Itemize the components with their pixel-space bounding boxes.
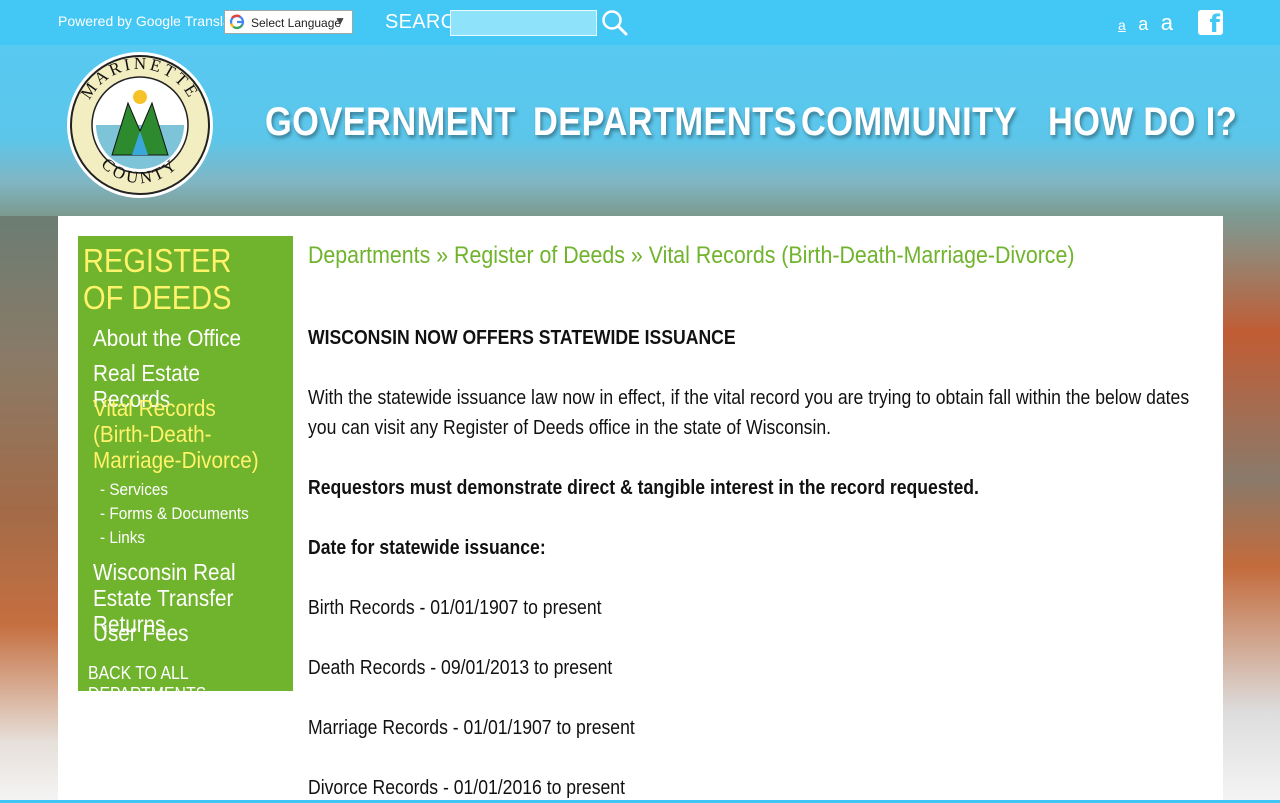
nav-government[interactable]: GOVERNMENT [265,100,516,145]
record-birth: Birth Records - 01/01/1907 to present [308,597,602,619]
sidebar-subitem-forms[interactable]: - Forms & Documents [100,504,249,524]
nav-how-do-i[interactable]: HOW DO I? [1048,100,1237,145]
sidebar-item-about[interactable]: About the Office [93,325,273,351]
language-select[interactable]: Select Language ▼ [224,10,353,34]
font-size-large-button[interactable]: a [1161,10,1173,35]
background-photo-right [1223,216,1280,800]
sidebar: REGISTER OF DEEDS About the Office Real … [78,236,293,704]
record-marriage: Marriage Records - 01/01/1907 to present [308,717,635,739]
sidebar-title: REGISTER OF DEEDS [83,242,232,316]
breadcrumb[interactable]: Departments » Register of Deeds » Vital … [308,242,1074,270]
top-bar: Powered by Google Translate Select Langu… [0,0,1280,45]
sidebar-item-vital-records[interactable]: Vital Records (Birth-Death-Marriage-Divo… [93,395,260,473]
facebook-icon[interactable]: f [1198,10,1223,38]
back-to-departments-link[interactable]: BACK TO ALL DEPARTMENTS [88,663,268,705]
content-intro: With the statewide issuance law now in e… [308,387,1190,439]
nav-community[interactable]: COMMUNITY [801,100,1017,145]
dropdown-arrow-icon: ▼ [334,14,346,28]
record-death: Death Records - 09/01/2013 to present [308,657,613,679]
search-icon[interactable] [601,9,629,37]
county-seal-logo[interactable]: MARINETTE COUNTY [66,51,214,199]
sidebar-subitem-links[interactable]: - Links [100,528,145,548]
language-select-value: Select Language [251,16,342,30]
background-photo-left [0,216,58,800]
google-icon [229,14,245,30]
record-divorce: Divorce Records - 01/01/2016 to present [308,777,625,799]
content-dates-heading: Date for statewide issuance: [308,537,546,559]
content-heading: WISCONSIN NOW OFFERS STATEWIDE ISSUANCE [308,327,736,349]
font-size-controls: a a a [1118,10,1181,36]
content-requirement: Requestors must demonstrate direct & tan… [308,477,979,499]
font-size-small-button[interactable]: a [1118,17,1126,33]
font-size-medium-button[interactable]: a [1138,14,1148,34]
sidebar-item-user-fees[interactable]: User Fees [93,620,273,646]
search-input[interactable] [450,10,597,36]
powered-by-label: Powered by Google Translate [58,13,243,29]
sidebar-subitem-services[interactable]: - Services [100,480,168,500]
nav-departments[interactable]: DEPARTMENTS [533,100,797,145]
